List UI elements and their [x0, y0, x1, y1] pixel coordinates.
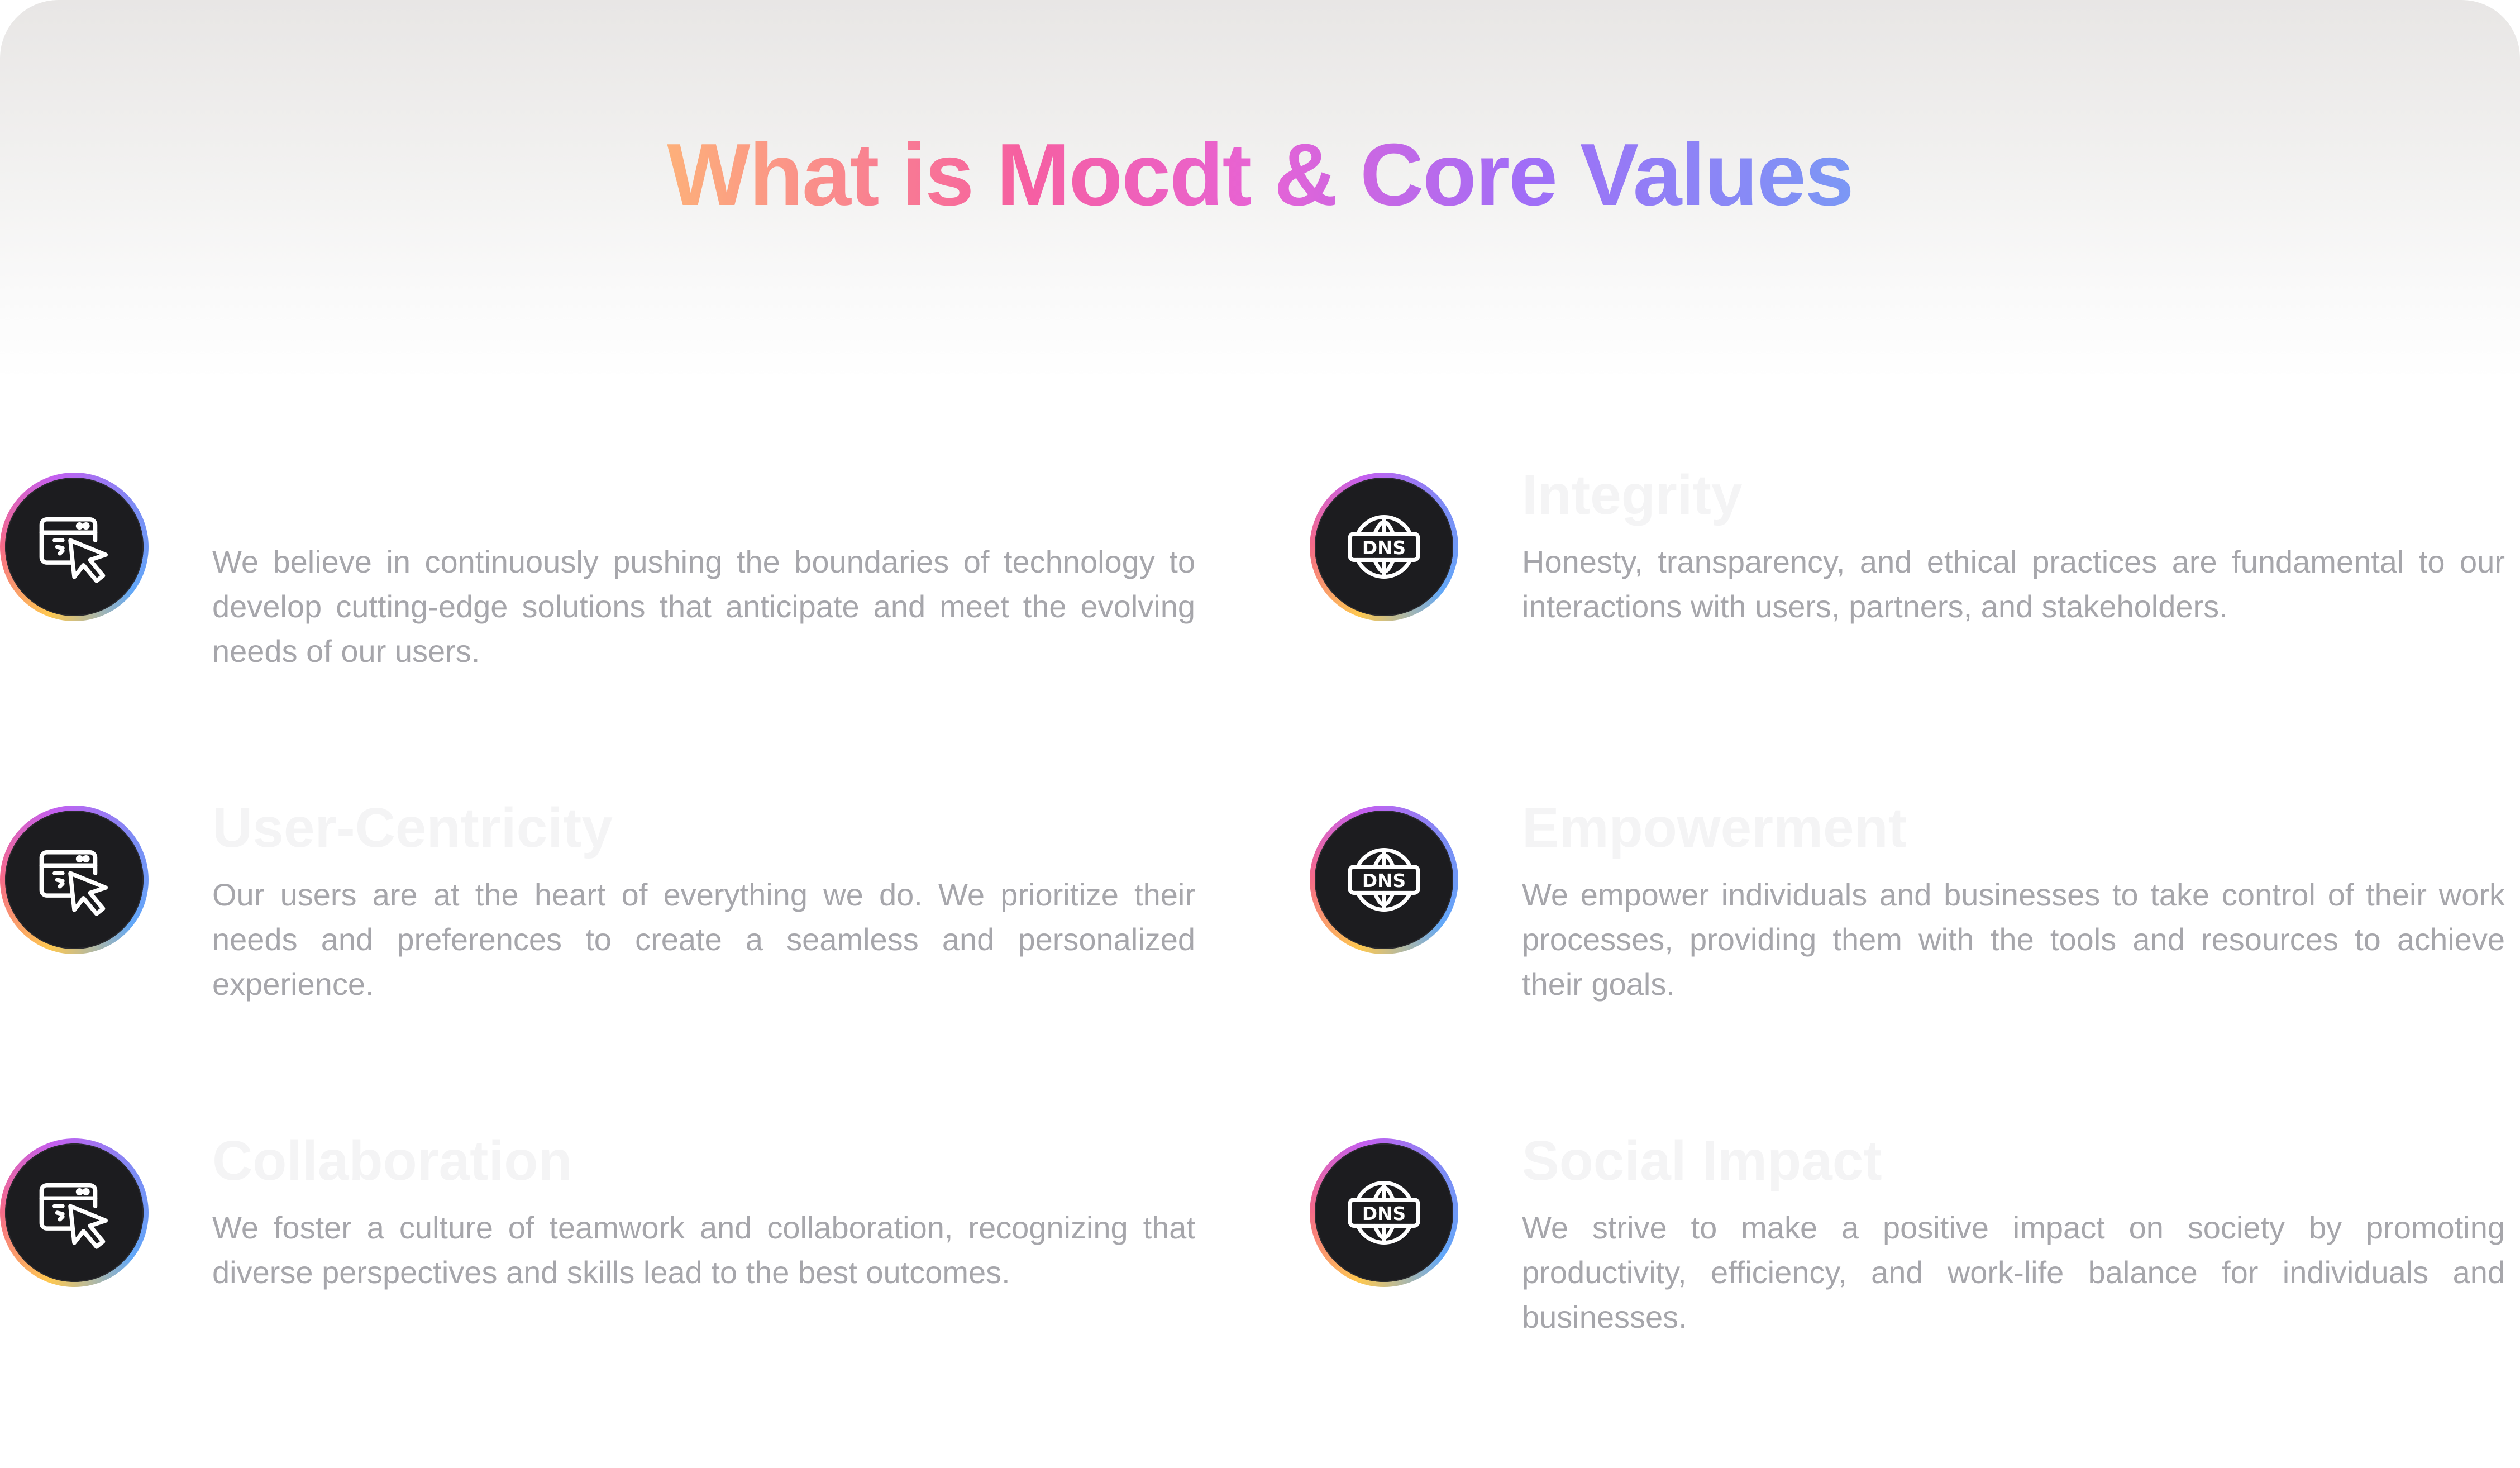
core-values-section: What is Mocdt & Core Values We believe i…	[0, 0, 2520, 1468]
page-title: What is Mocdt & Core Values	[0, 122, 2520, 228]
value-title: Integrity	[1522, 464, 1743, 526]
value-description: Our users are at the heart of everything…	[212, 877, 1195, 1002]
value-description: We strive to make a positive impact on s…	[1522, 1210, 2505, 1334]
value-item-empowerment: DNS Empowerment We empower individuals a…	[1310, 797, 2520, 1040]
icon-badge	[0, 806, 149, 954]
dns-globe-icon: DNS	[1348, 847, 1420, 912]
value-item-collaboration: Collaboration We foster a culture of tea…	[0, 1129, 1285, 1373]
icon-badge	[0, 473, 149, 621]
icon-badge: DNS	[1310, 473, 1458, 621]
dns-globe-icon: DNS	[1348, 514, 1420, 579]
value-description: We believe in continuously pushing the b…	[212, 544, 1195, 669]
browser-cursor-icon	[39, 850, 108, 916]
browser-cursor-icon	[39, 1183, 108, 1249]
icon-badge: DNS	[1310, 806, 1458, 954]
value-item-social-impact: DNS Social Impact We strive to make a po…	[1310, 1129, 2520, 1373]
value-item-user-centricity: User-Centricity Our users are at the hea…	[0, 797, 1285, 1040]
dns-globe-icon: DNS	[1348, 1180, 1420, 1245]
page-title-text: What is Mocdt & Core Values	[667, 122, 1854, 228]
icon-badge: DNS	[1310, 1138, 1458, 1287]
value-title: User-Centricity	[212, 797, 613, 859]
value-item-integrity: DNS Integrity Honesty, transparency, and…	[1310, 464, 2520, 707]
svg-text:DNS: DNS	[1362, 870, 1406, 892]
svg-text:DNS: DNS	[1362, 537, 1406, 559]
svg-text:DNS: DNS	[1362, 1203, 1406, 1224]
value-description: We foster a culture of teamwork and coll…	[212, 1210, 1195, 1290]
value-title: Empowerment	[1522, 797, 1907, 859]
value-title: Collaboration	[212, 1129, 572, 1192]
value-title: Social Impact	[1522, 1129, 1882, 1192]
browser-cursor-icon	[39, 517, 108, 583]
value-item-innovation: We believe in continuously pushing the b…	[0, 473, 1285, 707]
icon-badge	[0, 1138, 149, 1287]
value-description: We empower individuals and businesses to…	[1522, 877, 2505, 1002]
value-description: Honesty, transparency, and ethical pract…	[1522, 544, 2505, 624]
